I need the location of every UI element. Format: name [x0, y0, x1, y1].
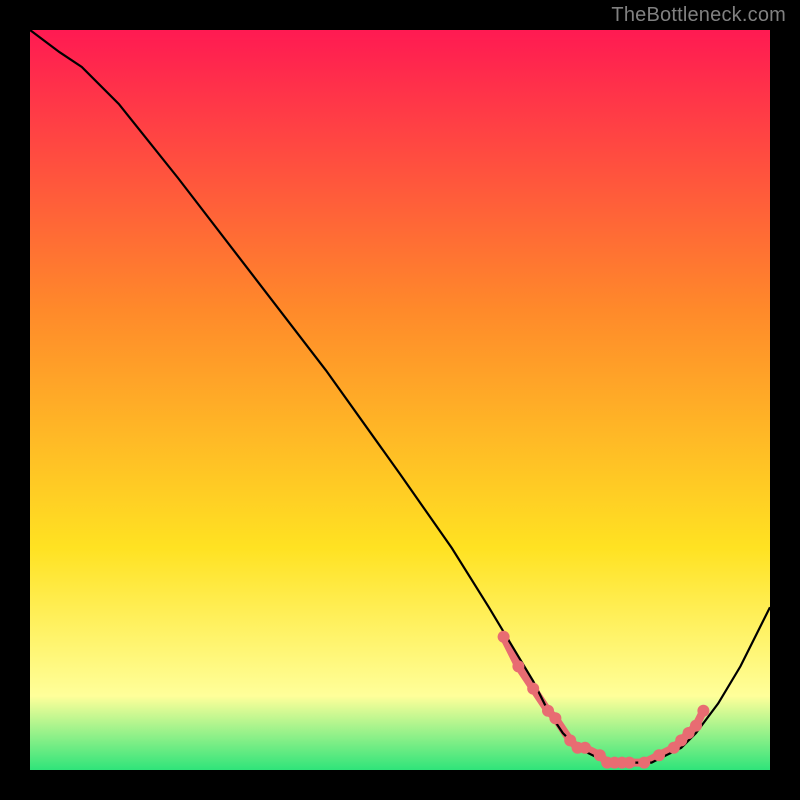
marker-dot	[549, 712, 561, 724]
plot-area	[30, 30, 770, 770]
marker-dot	[512, 660, 524, 672]
marker-dot	[690, 720, 702, 732]
marker-dot	[579, 742, 591, 754]
chart-svg	[30, 30, 770, 770]
marker-dot	[697, 705, 709, 717]
marker-dot	[653, 749, 665, 761]
chart-frame: TheBottleneck.com	[0, 0, 800, 800]
marker-dot	[638, 757, 650, 769]
gradient-background	[30, 30, 770, 770]
marker-dot	[498, 631, 510, 643]
watermark-label: TheBottleneck.com	[611, 4, 786, 27]
marker-dot	[527, 683, 539, 695]
marker-dot	[623, 757, 635, 769]
